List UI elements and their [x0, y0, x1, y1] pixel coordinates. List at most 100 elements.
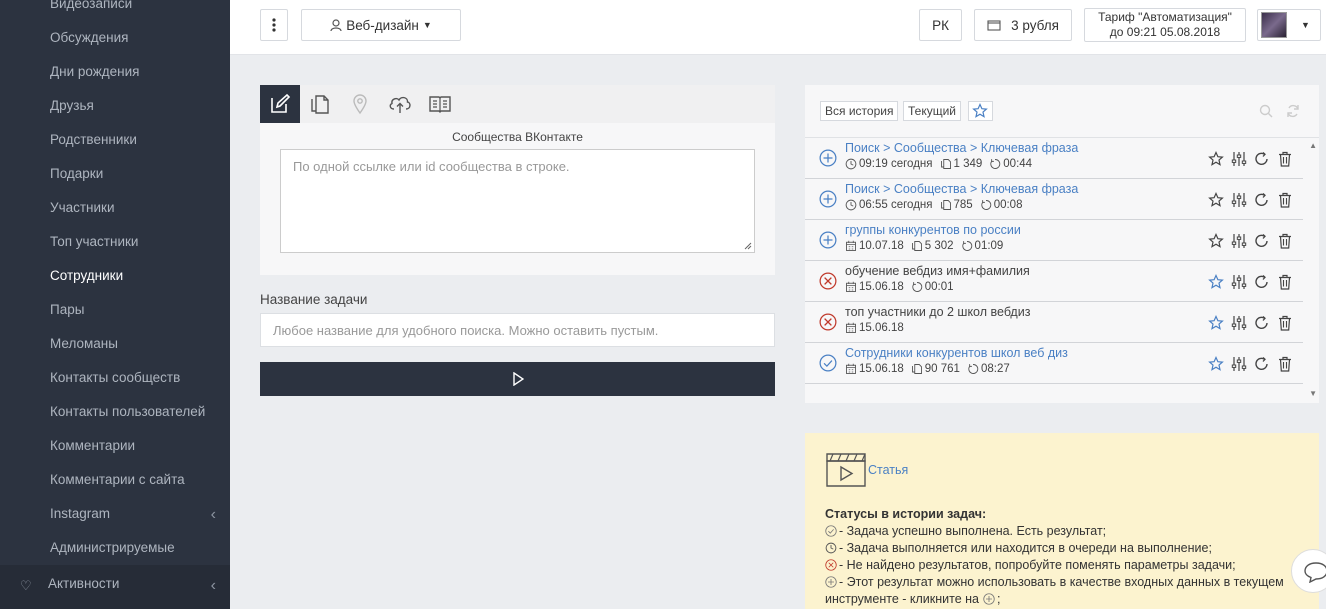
history-actions	[1208, 274, 1293, 290]
sidebar-item[interactable]: Топ участники	[50, 234, 138, 249]
book-icon	[429, 96, 451, 113]
status-legend-text: - Этот результат можно использовать в ка…	[839, 575, 1284, 589]
history-row[interactable]: Сотрудники конкурентов школ веб диз 15.06…	[805, 343, 1303, 384]
status-legend-line: - Не найдено результатов, попробуйте пом…	[825, 558, 1236, 572]
history-row[interactable]: топ участники до 2 школ вебдиз 15.06.18	[805, 302, 1303, 343]
sidebar-item[interactable]: Участники	[50, 200, 115, 215]
trash-icon[interactable]	[1277, 192, 1293, 208]
sidebar-item[interactable]: Друзья	[50, 98, 94, 113]
chat-bubble-icon	[1304, 562, 1326, 583]
status-legend-line: инструменте - кликните на;	[825, 592, 1000, 606]
sidebar-item[interactable]: Комментарии	[50, 438, 135, 453]
sliders-icon[interactable]	[1231, 315, 1247, 331]
sidebar-item[interactable]: Контакты пользователей	[50, 404, 205, 419]
history-duration-text: 00:01	[924, 281, 954, 293]
star-icon[interactable]	[1208, 192, 1224, 208]
star-icon[interactable]	[1208, 315, 1224, 331]
history-date: 15.06.18	[845, 363, 904, 375]
add-circle-icon[interactable]	[819, 231, 837, 249]
refresh-icon[interactable]	[1286, 104, 1300, 118]
tab-from-file[interactable]	[300, 85, 340, 123]
sliders-icon[interactable]	[1231, 151, 1247, 167]
chip-all-history[interactable]: Вся история	[820, 101, 899, 121]
trash-icon[interactable]	[1277, 356, 1293, 372]
balance-amount: 3 рубля	[1011, 17, 1059, 33]
top-bar: Веб-дизайн ▼ РК 3 рубля Тариф "Автоматиз…	[230, 0, 1326, 55]
history-row[interactable]: Поиск > Сообщества > Ключевая фраза 06:55…	[805, 179, 1303, 220]
project-select[interactable]: Веб-дизайн ▼	[301, 9, 461, 41]
balance-button[interactable]: 3 рубля	[974, 9, 1072, 41]
history-date-text: 10.07.18	[859, 240, 904, 252]
sidebar-item[interactable]: Видеозаписи	[50, 0, 132, 11]
star-icon[interactable]	[1208, 233, 1224, 249]
task-title-input[interactable]: Любое название для удобного поиска. Можн…	[260, 313, 775, 347]
repeat-icon[interactable]	[1254, 151, 1270, 167]
vertical-dots-icon	[272, 18, 276, 32]
sliders-icon[interactable]	[1231, 233, 1247, 249]
history-row[interactable]: обучение вебдиз имя+фамилия 15.06.18 00:01	[805, 261, 1303, 302]
tariff-button[interactable]: Тариф "Автоматизация" до 09:21 05.08.201…	[1084, 8, 1246, 42]
chip-current[interactable]: Текущий	[903, 101, 961, 121]
history-row[interactable]: Поиск > Сообщества > Ключевая фраза 09:19…	[805, 138, 1303, 179]
history-title[interactable]: Сотрудники конкурентов школ веб диз	[845, 346, 1068, 360]
sliders-icon[interactable]	[1231, 274, 1247, 290]
history-row[interactable]: группы конкурентов по россии 10.07.18 5 30…	[805, 220, 1303, 261]
search-icon[interactable]	[1259, 104, 1273, 118]
scroll-down-arrow[interactable]: ▼	[1309, 389, 1317, 398]
trash-icon[interactable]	[1277, 233, 1293, 249]
repeat-icon[interactable]	[1254, 192, 1270, 208]
tab-upload[interactable]	[380, 85, 420, 123]
sidebar-item[interactable]: Пары	[50, 302, 84, 317]
history-title[interactable]: Поиск > Сообщества > Ключевая фраза	[845, 182, 1078, 196]
repeat-icon[interactable]	[1254, 315, 1270, 331]
chip-favorites[interactable]	[968, 101, 993, 121]
sidebar-item[interactable]: Подарки	[50, 166, 103, 181]
sidebar-item[interactable]: Меломаны	[50, 336, 118, 351]
tab-saved-lists[interactable]	[420, 85, 460, 123]
tab-geo[interactable]	[340, 85, 380, 123]
status-legend-text: - Задача успешно выполнена. Есть результ…	[839, 524, 1107, 538]
resize-handle-icon[interactable]	[744, 242, 752, 250]
repeat-icon[interactable]	[1254, 274, 1270, 290]
star-icon[interactable]	[1208, 274, 1224, 290]
add-circle-icon[interactable]	[819, 149, 837, 167]
sidebar-item[interactable]: Контакты сообществ	[50, 370, 180, 385]
add-circle-icon[interactable]	[819, 190, 837, 208]
sidebar-item-activities[interactable]: ♡ Активности ‹	[0, 565, 230, 609]
timer-icon	[968, 364, 979, 374]
lang-button[interactable]: РК	[919, 9, 962, 41]
history-count-text: 1 349	[953, 158, 983, 170]
repeat-icon[interactable]	[1254, 356, 1270, 372]
history-title[interactable]: группы конкурентов по россии	[845, 223, 1021, 237]
article-link[interactable]: Статья	[868, 463, 908, 477]
status-legend-text: инструменте - кликните на	[825, 592, 979, 606]
caret-down-icon: ▼	[422, 20, 432, 30]
trash-icon[interactable]	[1277, 151, 1293, 167]
history-duration: 00:01	[911, 281, 954, 293]
run-task-button[interactable]	[260, 362, 775, 396]
trash-icon[interactable]	[1277, 274, 1293, 290]
sidebar-item[interactable]: Родственники	[50, 132, 137, 147]
scroll-up-arrow[interactable]: ▲	[1309, 141, 1317, 150]
star-icon[interactable]	[1208, 151, 1224, 167]
history-title[interactable]: Поиск > Сообщества > Ключевая фраза	[845, 141, 1078, 155]
more-menu-button[interactable]	[260, 9, 288, 41]
status-legend-line: - Этот результат можно использовать в ка…	[825, 575, 1284, 589]
trash-icon[interactable]	[1277, 315, 1293, 331]
repeat-icon[interactable]	[1254, 233, 1270, 249]
sidebar-item[interactable]: Дни рождения	[50, 64, 139, 79]
sliders-icon[interactable]	[1231, 356, 1247, 372]
wallet-icon	[987, 20, 1001, 31]
sidebar-item[interactable]: Обсуждения	[50, 30, 128, 45]
tab-manual-input[interactable]	[260, 85, 300, 123]
source-textarea[interactable]: По одной ссылке или id сообщества в стро…	[280, 149, 755, 253]
star-icon[interactable]	[1208, 356, 1224, 372]
history-date: 10.07.18	[845, 240, 904, 252]
sidebar-item[interactable]: Комментарии с сайта	[50, 472, 185, 487]
sidebar-item[interactable]: Instagram	[50, 506, 110, 521]
user-menu[interactable]: ▼	[1257, 9, 1321, 41]
sidebar-item[interactable]: Сотрудники	[50, 268, 123, 283]
sidebar-item[interactable]: Администрируемые	[50, 540, 175, 555]
sliders-icon[interactable]	[1231, 192, 1247, 208]
history-meta: 15.06.18 90 761 08:27	[845, 363, 1017, 375]
